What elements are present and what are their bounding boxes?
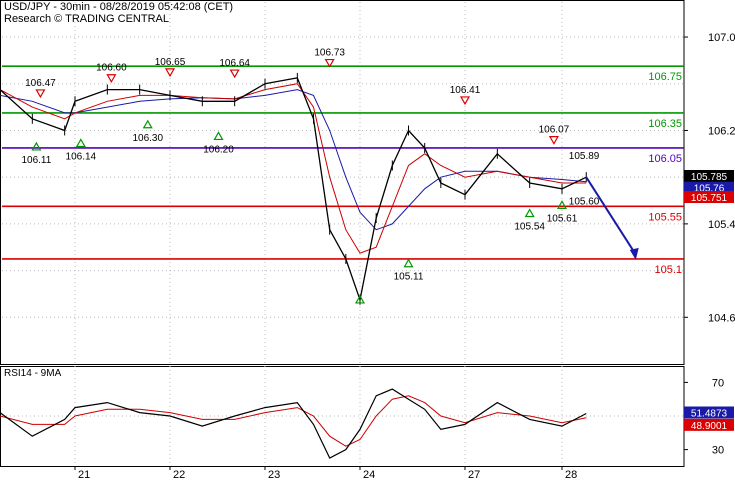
level-label: 105.55 <box>648 211 682 223</box>
high-marker-label: 106.07 <box>539 125 570 136</box>
level-label: 106.75 <box>648 71 682 83</box>
rsi-tick-label: 30 <box>712 445 724 457</box>
price-tick-label: 107.0 <box>708 32 735 44</box>
chart-subtitle: Research © TRADING CENTRAL <box>4 13 169 25</box>
high-marker-label: 106.65 <box>155 57 186 68</box>
last-value-label: 105.751 <box>691 193 728 204</box>
low-marker-label: 106.11 <box>21 155 51 166</box>
low-marker-label: 106.30 <box>132 133 163 144</box>
level-label: 106.35 <box>648 118 682 130</box>
rsi-last-value-label: 51.4873 <box>691 409 728 420</box>
low-marker-label: 106.14 <box>66 151 97 162</box>
high-marker-label: 106.60 <box>96 63 127 74</box>
chart-canvas: 106.75 106.35 106.05 105.55 105.1 106.47 106.… <box>0 0 735 481</box>
rsi-last-value-label: 48.9001 <box>691 421 728 432</box>
low-marker-label: 105.11 <box>394 272 424 283</box>
high-marker-label: 106.41 <box>450 85 481 96</box>
price-annotation: 105.60 <box>569 197 600 208</box>
level-label: 106.05 <box>648 153 682 165</box>
x-tick-label: 27 <box>468 469 480 480</box>
rsi-tick-label: 70 <box>712 377 724 389</box>
low-marker-label: 106.20 <box>203 144 234 155</box>
price-tick-label: 104.6 <box>708 312 735 324</box>
x-tick-label: 22 <box>173 469 185 480</box>
low-marker-label: 105.54 <box>514 222 545 233</box>
high-marker-label: 106.64 <box>219 58 250 69</box>
x-tick-label: 24 <box>363 469 375 480</box>
price-tick-label: 105.4 <box>708 219 735 231</box>
high-marker-label: 106.73 <box>314 48 345 59</box>
x-tick-label: 28 <box>565 469 577 480</box>
high-marker-label: 106.47 <box>25 78 56 89</box>
x-tick-label: 23 <box>268 469 280 480</box>
low-marker-label: 105.61 <box>547 213 578 224</box>
level-label: 105.1 <box>654 264 682 276</box>
price-annotation: 105.89 <box>569 151 600 162</box>
last-value-label: 105.785 <box>691 172 728 183</box>
price-tick-label: 106.2 <box>708 125 735 137</box>
chart: 106.75 106.35 106.05 105.55 105.1 106.47 106.… <box>0 0 735 481</box>
chart-title: USD/JPY - 30min - 08/28/2019 05:42:08 (C… <box>4 1 234 13</box>
x-tick-label: 21 <box>78 469 90 480</box>
rsi-panel-title: RSI14 - 9MA <box>4 368 62 379</box>
